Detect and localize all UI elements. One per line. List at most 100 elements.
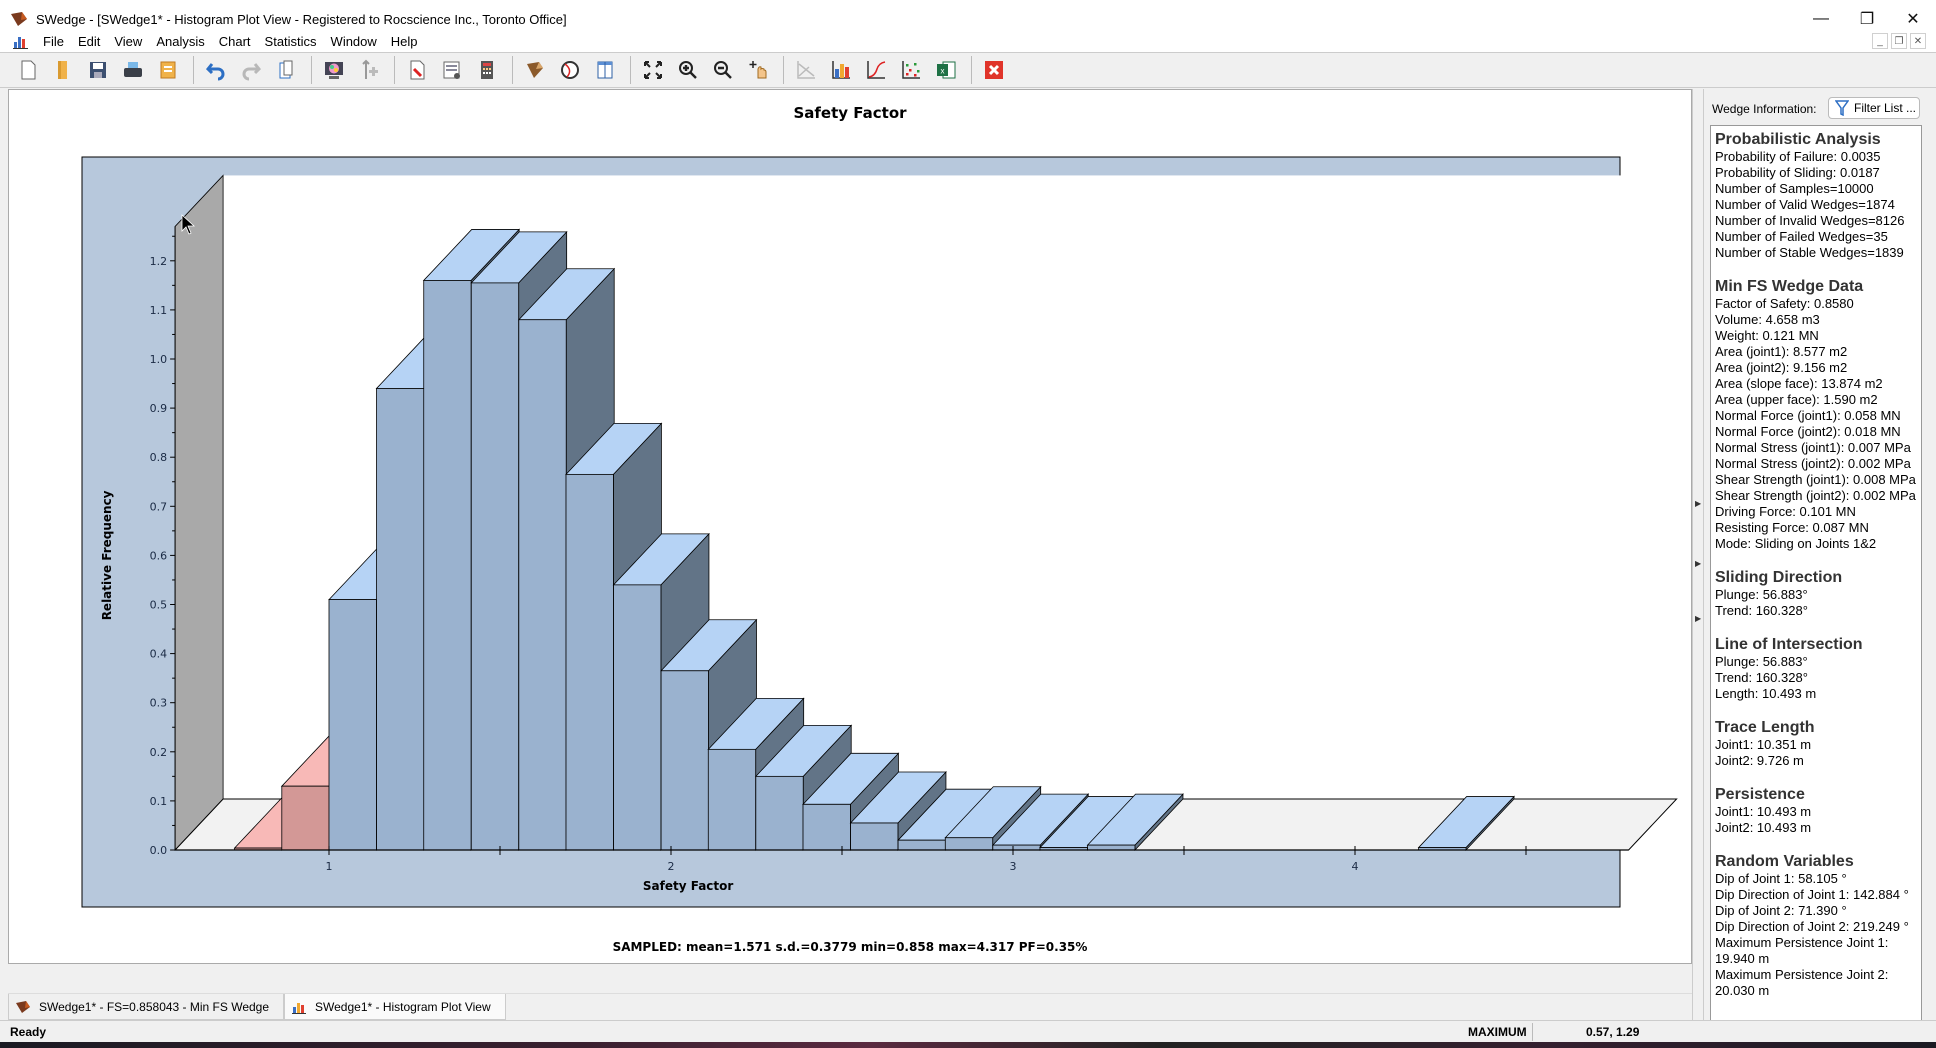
redo-button[interactable]	[235, 55, 267, 85]
info-line: Plunge: 56.883°	[1715, 587, 1808, 602]
status-bar: Ready MAXIMUM 0.57, 1.29	[0, 1020, 1936, 1042]
render-button[interactable]	[318, 55, 350, 85]
info-line: Area (upper face): 1.590 m2	[1715, 392, 1878, 407]
desktop-background-strip	[0, 1042, 1936, 1048]
tab-label: SWedge1* - FS=0.858043 - Min FS Wedge	[39, 999, 270, 1014]
tab-min-fs-wedge[interactable]: SWedge1* - FS=0.858043 - Min FS Wedge	[8, 994, 285, 1020]
menu-window[interactable]: Window	[324, 34, 384, 49]
pan-button[interactable]	[742, 55, 774, 85]
export-button[interactable]	[152, 55, 184, 85]
info-section: Sliding Direction Plunge: 56.883° Trend: 1…	[1715, 568, 1917, 619]
info-line: Trend: 160.328°	[1715, 670, 1808, 685]
menu-edit[interactable]: Edit	[71, 34, 107, 49]
menu-help[interactable]: Help	[384, 34, 425, 49]
bar-front-face	[376, 388, 425, 851]
print-button[interactable]	[117, 55, 149, 85]
histogram-doc-icon[interactable]	[12, 33, 30, 49]
panel-splitter[interactable]: ▶ ▶ ▶	[1692, 89, 1704, 1029]
bar-front-face	[565, 473, 614, 851]
menu-analysis[interactable]: Analysis	[149, 34, 211, 49]
info-line: Number of Stable Wedges=1839	[1715, 245, 1904, 260]
stereonet-button[interactable]	[554, 55, 586, 85]
info-section-title: Sliding Direction	[1715, 569, 1843, 586]
toolbar: x	[0, 52, 1936, 88]
menu-file[interactable]: File	[36, 34, 71, 49]
bar-front-face	[707, 748, 757, 851]
mdi-close-icon[interactable]: ✕	[1910, 33, 1926, 49]
zoom-extents-button[interactable]	[637, 55, 669, 85]
zoom-out-button[interactable]	[707, 55, 739, 85]
bar-front-face	[518, 319, 567, 851]
info-section: Min FS Wedge Data Factor of Safety: 0.858…	[1715, 277, 1917, 552]
bar-front-face	[470, 282, 520, 851]
open-button[interactable]	[47, 55, 79, 85]
info-section-title: Trace Length	[1715, 719, 1815, 736]
menu-statistics[interactable]: Statistics	[258, 34, 324, 49]
tab-label: SWedge1* - Histogram Plot View	[315, 999, 491, 1014]
sampled-statistics-summary: SAMPLED: mean=1.571 s.d.=0.3779 min=0.85…	[612, 940, 1088, 954]
project-settings-button[interactable]	[436, 55, 468, 85]
info-line: Joint2: 9.726 m	[1715, 753, 1804, 768]
y-tick-label: 0.2	[150, 746, 168, 759]
columns-button[interactable]	[589, 55, 621, 85]
bar-front-face	[755, 775, 804, 851]
project-settings-icon	[443, 61, 460, 79]
bar-front-face	[281, 785, 330, 851]
calculator-button[interactable]	[471, 55, 503, 85]
scatter-button[interactable]	[895, 55, 927, 85]
close-view-button[interactable]	[978, 55, 1010, 85]
edit-input-icon	[410, 60, 425, 80]
toolbar-separator	[193, 56, 194, 84]
cumulative-icon	[867, 61, 886, 79]
info-line: Number of Failed Wedges=35	[1715, 229, 1888, 244]
histogram-button[interactable]	[825, 55, 857, 85]
splitter-arrow-icon[interactable]: ▶	[1695, 559, 1701, 568]
info-line: Resisting Force: 0.087 MN	[1715, 520, 1869, 535]
splitter-arrow-icon[interactable]: ▶	[1695, 499, 1701, 508]
y-tick-label: 1.1	[150, 304, 168, 317]
bar-front-face	[660, 670, 709, 851]
wedge-view-button[interactable]	[519, 55, 551, 85]
excel-export-button[interactable]: x	[930, 55, 962, 85]
y-tick-label: 0.6	[150, 549, 168, 562]
info-line: Number of Samples=10000	[1715, 181, 1874, 196]
y-tick-label: 0.8	[150, 451, 168, 464]
open-folder-icon	[58, 61, 67, 79]
bar-front-face	[802, 803, 851, 851]
menu-view[interactable]: View	[107, 34, 149, 49]
wedge-info-list[interactable]: Probabilistic Analysis Probability of Fai…	[1710, 125, 1922, 1023]
menu-chart[interactable]: Chart	[212, 34, 258, 49]
axes-button[interactable]	[790, 55, 822, 85]
info-line: Normal Stress (joint2): 0.002 MPa	[1715, 456, 1911, 471]
copy-button[interactable]	[270, 55, 302, 85]
mdi-minimize-icon[interactable]: _	[1872, 33, 1888, 49]
info-line: Plunge: 56.883°	[1715, 654, 1808, 669]
x-axis-title: Safety Factor	[643, 879, 734, 893]
cumulative-button[interactable]	[860, 55, 892, 85]
new-file-icon	[21, 60, 36, 80]
info-section-title: Random Variables	[1715, 853, 1854, 870]
zoom-in-button[interactable]	[672, 55, 704, 85]
edit-input-button[interactable]	[401, 55, 433, 85]
tab-histogram-plot-view[interactable]: SWedge1* - Histogram Plot View	[284, 994, 506, 1020]
swedge-app-icon	[11, 12, 27, 26]
info-line: Normal Force (joint2): 0.018 MN	[1715, 424, 1901, 439]
info-line: Dip Direction of Joint 1: 142.884 °	[1715, 887, 1909, 902]
window-title: SWedge - [SWedge1* - Histogram Plot View…	[36, 11, 567, 27]
info-section-title: Probabilistic Analysis	[1715, 131, 1881, 148]
wedge-view-icon	[527, 62, 543, 78]
save-button[interactable]	[82, 55, 114, 85]
y-tick-label: 0.4	[150, 648, 168, 661]
new-file-button[interactable]	[12, 55, 44, 85]
pan-icon	[749, 61, 767, 79]
splitter-arrow-icon[interactable]: ▶	[1695, 614, 1701, 623]
filter-list-button[interactable]: Filter List ...	[1828, 97, 1920, 119]
undo-button[interactable]	[200, 55, 232, 85]
mdi-restore-icon[interactable]: ❐	[1891, 33, 1907, 49]
add-joint-button[interactable]	[353, 55, 385, 85]
bar-front-face	[423, 280, 472, 851]
info-section: Random Variables Dip of Joint 1: 58.105 °…	[1715, 852, 1917, 999]
histogram-chart[interactable]: 0.0 0.1 0.2 0.3 0.4 0.5 0.6 0.7 0.8 0.9 1.0 1.1 1.2 1…	[9, 90, 1693, 930]
y-tick-label: 0.1	[150, 795, 168, 808]
x-tick-label: 2	[668, 860, 675, 873]
